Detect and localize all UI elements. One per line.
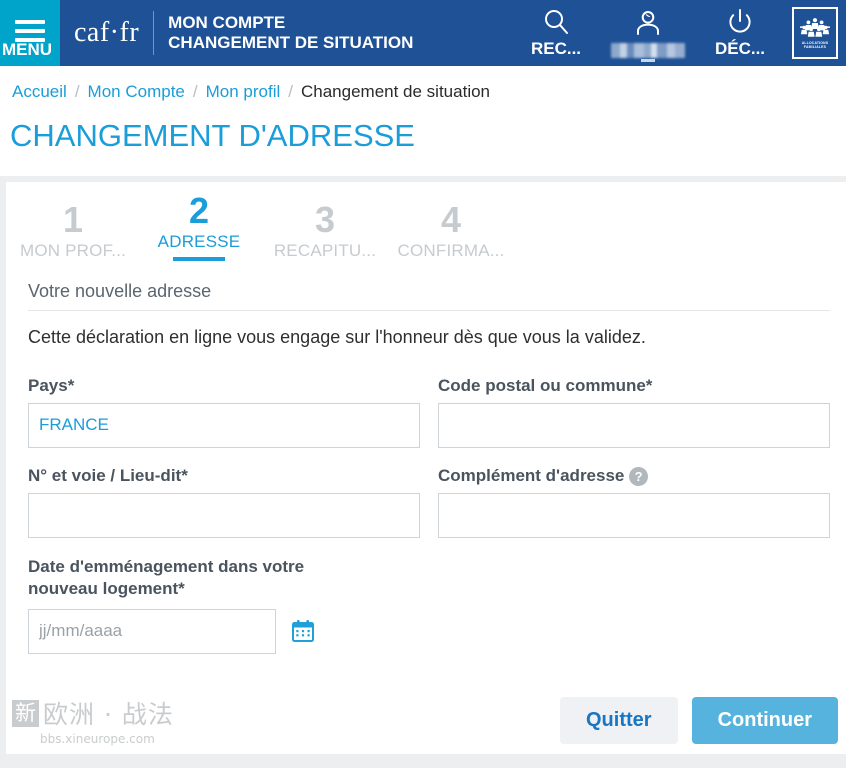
field-complement: Complément d'adresse ? <box>438 466 830 538</box>
step-number: 2 <box>188 190 210 231</box>
breadcrumb-item-accueil[interactable]: Accueil <box>12 82 67 102</box>
field-pays-label: Pays* <box>28 375 75 395</box>
complement-input[interactable] <box>438 492 830 538</box>
header-actions: REC... DÉC... ALLOCATIONS FAMILIALES <box>510 0 846 66</box>
breadcrumb-item-current: Changement de situation <box>300 82 491 101</box>
account-username-blurred <box>611 43 685 58</box>
step-number: 1 <box>62 199 84 240</box>
app-header: MENU caf·fr MON COMPTE CHANGEMENT DE SIT… <box>0 0 846 66</box>
brand-divider <box>153 11 155 55</box>
logout-button[interactable]: DÉC... <box>694 0 786 66</box>
code-postal-input[interactable] <box>438 402 830 448</box>
field-voie-label: N° et voie / Lieu-dit* <box>28 465 188 485</box>
breadcrumb-separator: / <box>288 82 293 101</box>
step-number: 4 <box>440 199 462 240</box>
account-active-underline <box>641 59 655 62</box>
header-title-line2: CHANGEMENT DE SITUATION <box>168 33 414 52</box>
step-2-adresse[interactable]: 2 ADRESSE <box>136 192 262 267</box>
brand-area: caf·fr MON COMPTE CHANGEMENT DE SITUATIO… <box>60 0 413 66</box>
power-icon <box>725 7 755 37</box>
step-label: MON PROF... <box>19 240 127 260</box>
watermark-url: bbs.xineurope.com <box>40 732 155 746</box>
family-emblem-icon <box>800 17 830 39</box>
search-button[interactable]: REC... <box>510 0 602 66</box>
breadcrumb-item-mon-compte[interactable]: Mon Compte <box>88 82 185 102</box>
header-title-line1: MON COMPTE <box>168 12 286 32</box>
breadcrumb-separator: / <box>192 82 198 101</box>
field-complement-label: Complément d'adresse <box>438 465 625 485</box>
stepper: 1 MON PROF... 2 ADRESSE 3 RECAPITU... 4 … <box>10 182 846 267</box>
step-label: CONFIRMA... <box>397 240 505 260</box>
menu-button[interactable]: MENU <box>0 0 60 66</box>
watermark: 新 欧洲 · 战法 bbs.xineurope.com <box>12 695 174 746</box>
form-actions: Quitter Continuer <box>560 697 838 744</box>
hamburger-icon <box>15 20 45 42</box>
watermark-line: 新 欧洲 · 战法 <box>12 695 174 731</box>
field-date-emmenagement-label: Date d'emménagement dans votre nouveau l… <box>28 556 305 599</box>
form-row-1: Pays* Code postal ou commune* <box>28 376 830 448</box>
pays-input[interactable] <box>28 402 420 448</box>
search-icon <box>541 7 571 37</box>
field-voie: N° et voie / Lieu-dit* <box>28 466 420 538</box>
step-label: ADRESSE <box>157 231 241 251</box>
search-label: REC... <box>530 39 582 58</box>
field-code-postal-label: Code postal ou commune* <box>438 375 653 395</box>
quitter-button[interactable]: Quitter <box>560 697 678 744</box>
date-emmenagement-input[interactable] <box>28 608 276 654</box>
form-section-title: Votre nouvelle adresse <box>28 281 830 311</box>
calendar-icon[interactable] <box>290 618 316 644</box>
content-area: 1 MON PROF... 2 ADRESSE 3 RECAPITU... 4 … <box>0 176 846 754</box>
address-form: Votre nouvelle adresse Cette déclaration… <box>6 267 846 654</box>
form-row-2: N° et voie / Lieu-dit* Complément d'adre… <box>28 466 830 538</box>
step-number: 3 <box>314 199 336 240</box>
step-active-bar <box>173 256 225 261</box>
menu-label: MENU <box>2 40 53 59</box>
form-card: 1 MON PROF... 2 ADRESSE 3 RECAPITU... 4 … <box>6 182 846 754</box>
step-label: RECAPITU... <box>273 240 377 260</box>
step-4-confirmation[interactable]: 4 CONFIRMA... <box>388 201 514 267</box>
help-question-icon[interactable]: ? <box>629 466 649 486</box>
voie-input[interactable] <box>28 492 420 538</box>
field-pays: Pays* <box>28 376 420 448</box>
breadcrumb-separator: / <box>74 82 80 101</box>
step-1-mon-profil[interactable]: 1 MON PROF... <box>10 201 136 267</box>
user-icon <box>633 8 663 38</box>
page-title: CHANGEMENT D'ADRESSE <box>0 114 846 176</box>
caf-logo-text: ALLOCATIONS FAMILIALES <box>801 40 829 49</box>
continuer-button[interactable]: Continuer <box>691 697 838 744</box>
form-row-3: Date d'emménagement dans votre nouveau l… <box>28 556 830 654</box>
account-button[interactable] <box>602 0 694 66</box>
watermark-badge: 新 <box>12 699 39 727</box>
field-code-postal: Code postal ou commune* <box>438 376 830 448</box>
date-input-group <box>28 608 426 654</box>
form-intro-text: Cette déclaration en ligne vous engage s… <box>28 326 646 347</box>
watermark-text: 欧洲 · 战法 <box>43 700 174 729</box>
logout-label: DÉC... <box>714 39 766 58</box>
breadcrumb-item-mon-profil[interactable]: Mon profil <box>206 82 281 102</box>
field-date-emmenagement: Date d'emménagement dans votre nouveau l… <box>28 556 426 654</box>
breadcrumb: Accueil / Mon Compte / Mon profil / Chan… <box>0 66 846 114</box>
field-complement-label-row: Complément d'adresse ? <box>438 466 830 486</box>
caf-fr-logo-text[interactable]: caf·fr <box>74 17 139 49</box>
caf-allocations-familiales-logo[interactable]: ALLOCATIONS FAMILIALES <box>792 7 838 59</box>
step-3-recapitulatif[interactable]: 3 RECAPITU... <box>262 201 388 267</box>
header-titles: MON COMPTE CHANGEMENT DE SITUATION <box>168 13 413 53</box>
